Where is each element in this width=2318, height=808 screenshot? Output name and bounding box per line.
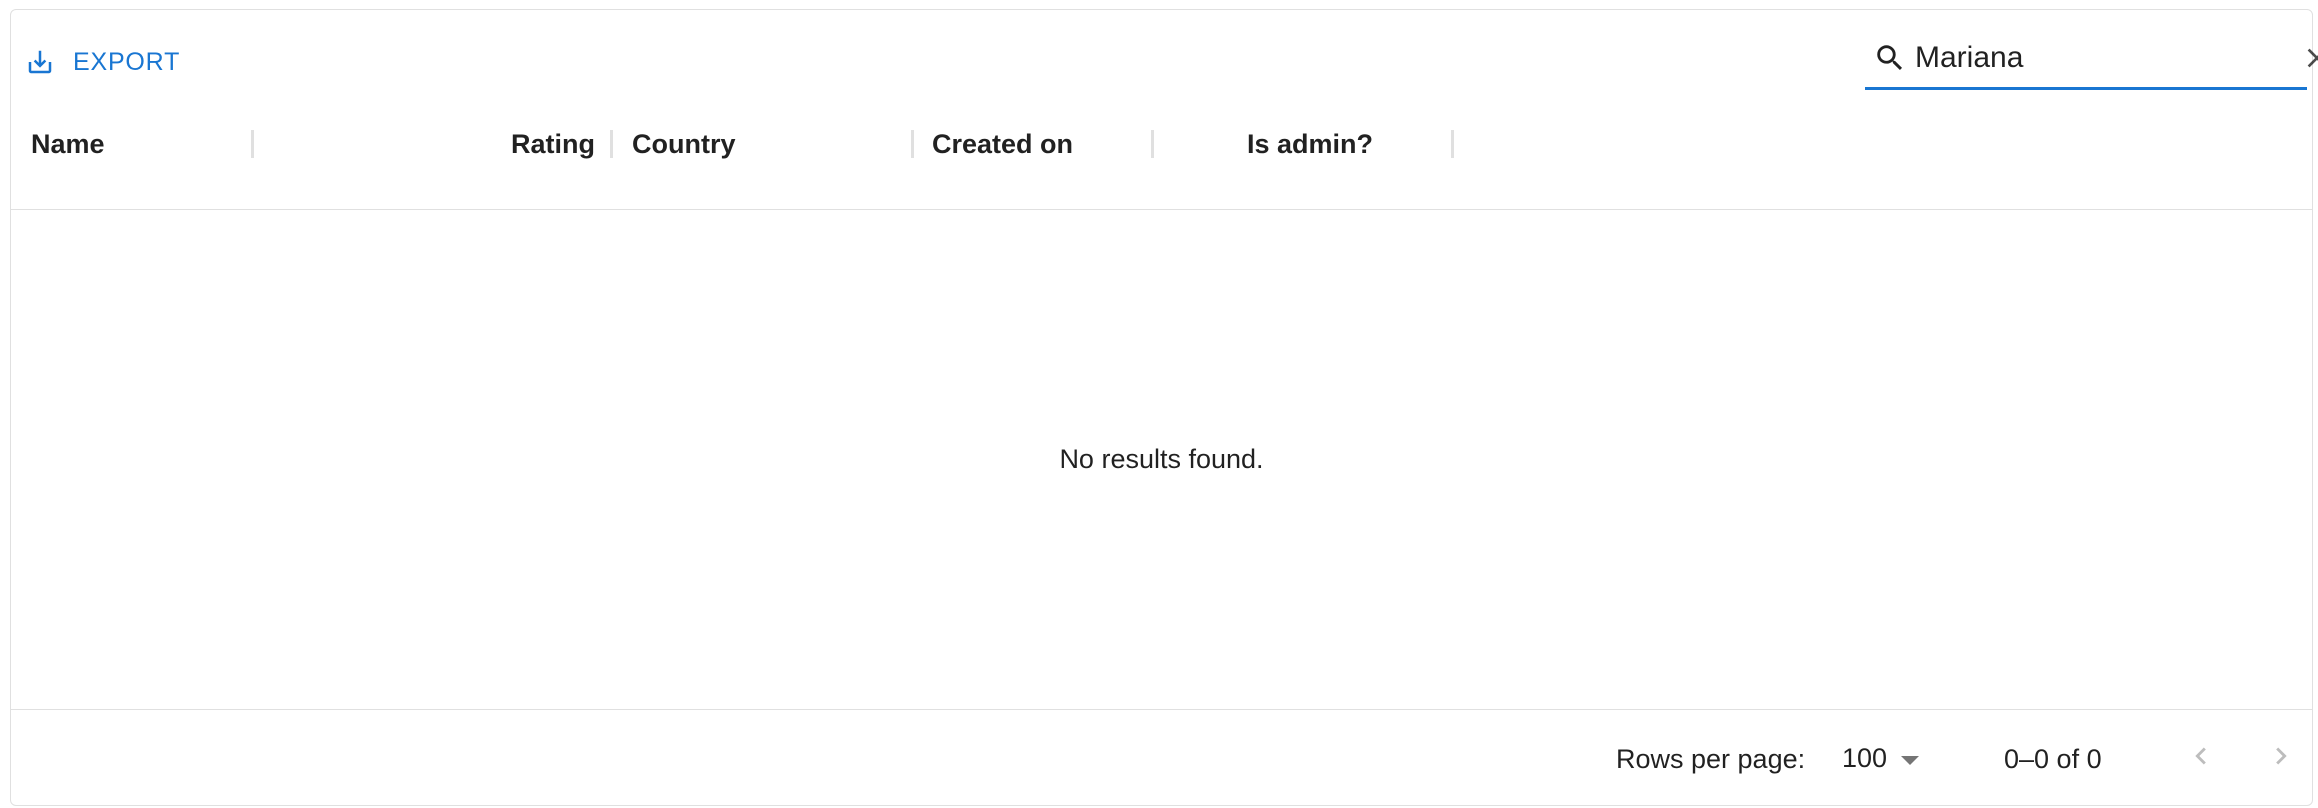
rows-per-page-select[interactable]: 100 (1842, 738, 1920, 778)
column-header-label: Country (632, 128, 736, 159)
column-headers: Name Rating Country Created on Is admin? (11, 98, 2312, 210)
pagination-range: 0–0 of 0 (2004, 744, 2102, 774)
rows-per-page-label: Rows per page: (1616, 744, 1806, 774)
column-header-label: Rating (511, 128, 595, 159)
column-header-label: Is admin? (1247, 128, 1374, 159)
grid-footer: Rows per page: 100 0–0 of 0 (11, 710, 2312, 805)
data-grid: EXPORT Name Rating Country (10, 9, 2318, 806)
grid-body: No results found. (11, 210, 2312, 710)
column-header-label: Name (31, 128, 105, 159)
download-icon (23, 45, 57, 79)
column-separator[interactable] (251, 130, 254, 158)
grid-toolbar: EXPORT (11, 10, 2318, 98)
column-separator[interactable] (1451, 130, 1454, 158)
quick-filter (1865, 28, 2318, 90)
column-header-country[interactable]: Country (632, 124, 736, 164)
close-icon[interactable] (2301, 38, 2318, 78)
next-page-button[interactable] (2257, 734, 2305, 782)
column-separator[interactable] (610, 130, 613, 158)
column-separator[interactable] (1151, 130, 1154, 158)
column-header-created-on[interactable]: Created on (932, 124, 1073, 164)
column-header-is-admin[interactable]: Is admin? (1247, 124, 1373, 164)
chevron-right-icon (2264, 739, 2298, 778)
previous-page-button[interactable] (2177, 734, 2225, 782)
column-header-rating[interactable]: Rating (511, 124, 595, 164)
export-button-label: EXPORT (73, 47, 181, 76)
chevron-down-icon (1901, 755, 1920, 765)
search-input[interactable] (1907, 32, 2301, 83)
rows-per-page-value: 100 (1842, 742, 1888, 773)
column-separator[interactable] (911, 130, 914, 158)
column-header-label: Created on (932, 128, 1074, 159)
search-icon (1873, 39, 1907, 77)
export-button[interactable]: EXPORT (23, 32, 180, 92)
column-header-name[interactable]: Name (31, 124, 105, 164)
chevron-left-icon (2184, 739, 2218, 778)
no-results-message: No results found. (1059, 444, 1264, 474)
